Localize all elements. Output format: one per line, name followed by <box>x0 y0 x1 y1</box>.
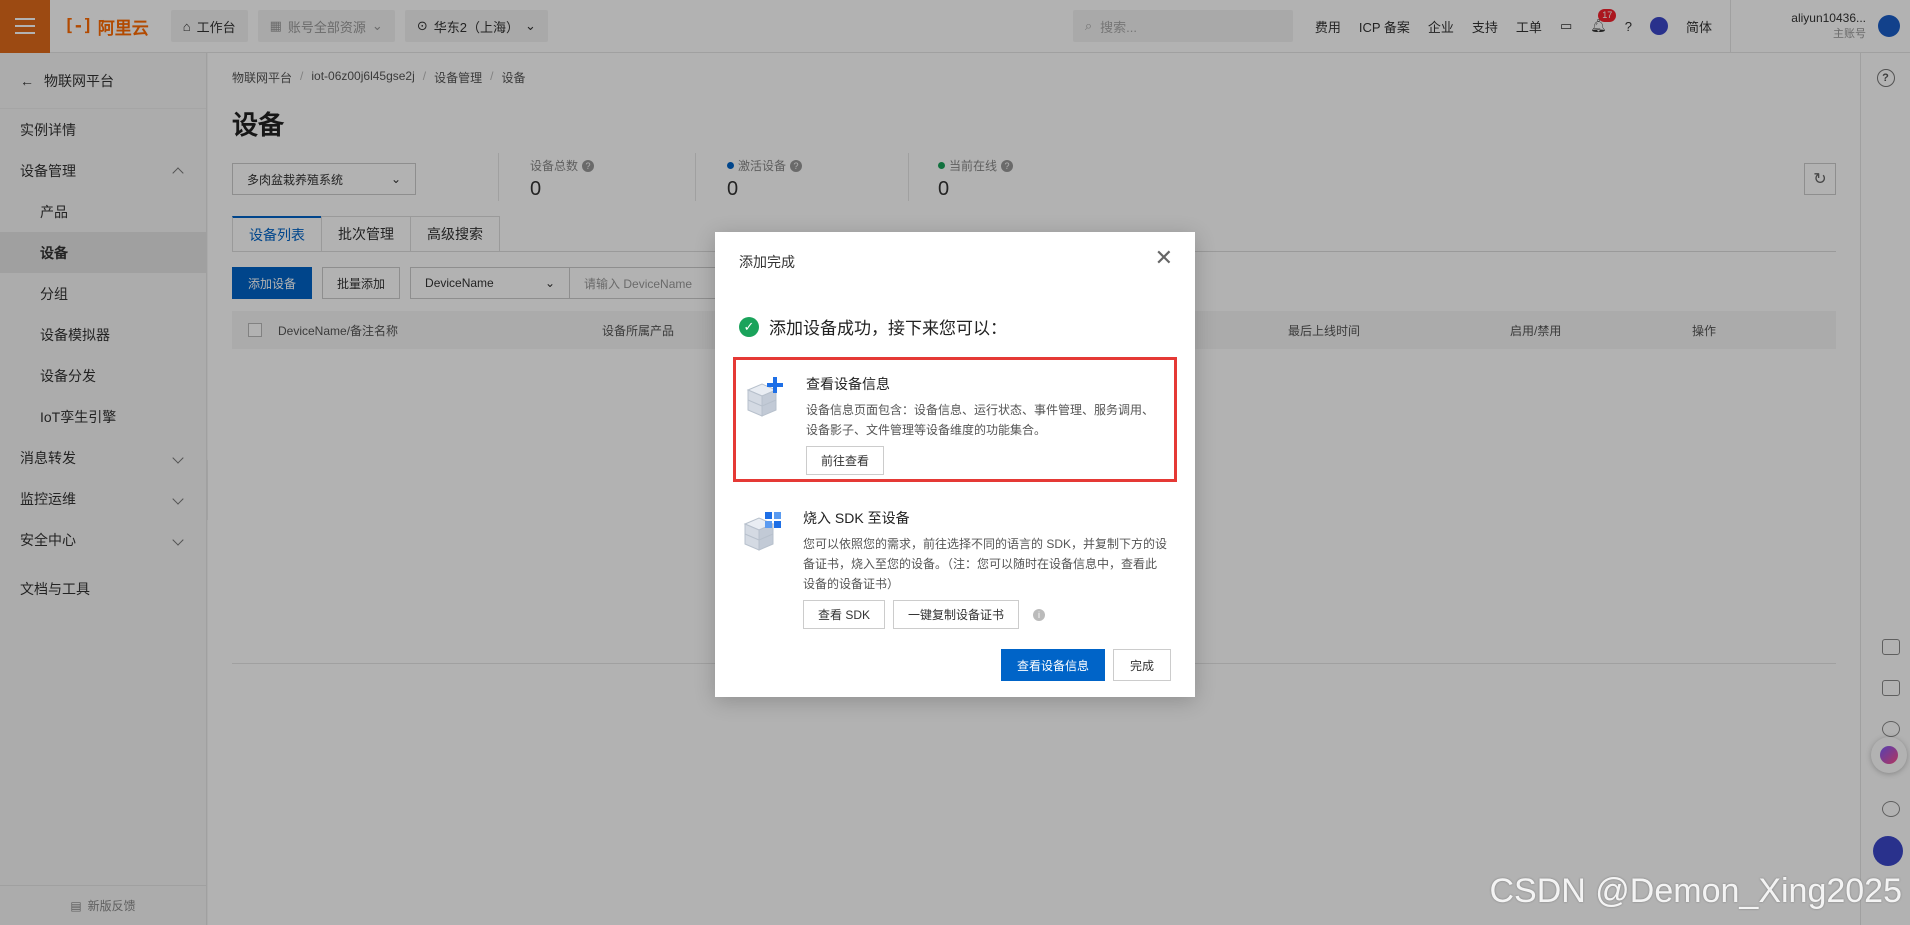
card-body: 烧入 SDK 至设备 您可以依照您的需求，前往选择不同的语言的 SDK，并复制下… <box>803 508 1167 629</box>
view-device-info-card: 查看设备信息 设备信息页面包含：设备信息、运行状态、事件管理、服务调用、设备影子… <box>733 357 1177 482</box>
card-actions: 前往查看 <box>806 446 1164 475</box>
card-title: 烧入 SDK 至设备 <box>803 510 910 526</box>
info-icon[interactable]: i <box>1033 608 1046 621</box>
view-sdk-button[interactable]: 查看 SDK <box>803 600 886 629</box>
device-cube-plus-icon <box>746 377 783 417</box>
card-description: 您可以依照您的需求，前往选择不同的语言的 SDK，并复制下方的设备证书，烧入至您… <box>803 537 1168 591</box>
view-device-info-button[interactable]: 查看设备信息 <box>1000 649 1105 681</box>
go-view-button[interactable]: 前往查看 <box>806 446 885 475</box>
card-actions: 查看 SDK 一键复制设备证书 i <box>803 600 1167 629</box>
success-message: ✓ 添加设备成功，接下来您可以： <box>739 314 1007 339</box>
burn-sdk-card: 烧入 SDK 至设备 您可以依照您的需求，前往选择不同的语言的 SDK，并复制下… <box>733 494 1177 634</box>
success-text: 添加设备成功，接下来您可以： <box>769 319 1007 338</box>
card-description: 设备信息页面包含：设备信息、运行状态、事件管理、服务调用、设备影子、文件管理等设… <box>806 403 1155 437</box>
device-cube-grid-icon <box>743 512 781 551</box>
card-title: 查看设备信息 <box>806 376 890 392</box>
card-body: 查看设备信息 设备信息页面包含：设备信息、运行状态、事件管理、服务调用、设备影子… <box>806 374 1164 475</box>
add-complete-dialog: 添加完成 ✕ ✓ 添加设备成功，接下来您可以： 查看设备信息 设备信息页面包含：… <box>715 232 1195 697</box>
check-circle-icon: ✓ <box>739 316 759 337</box>
watermark: CSDN @Demon_Xing2025 <box>1489 872 1903 910</box>
close-icon[interactable]: ✕ <box>1155 247 1173 269</box>
dialog-footer: 查看设备信息 完成 <box>1000 649 1171 681</box>
copy-certificate-button[interactable]: 一键复制设备证书 <box>893 600 1020 629</box>
dialog-title: 添加完成 <box>739 254 795 270</box>
done-button[interactable]: 完成 <box>1112 649 1171 681</box>
